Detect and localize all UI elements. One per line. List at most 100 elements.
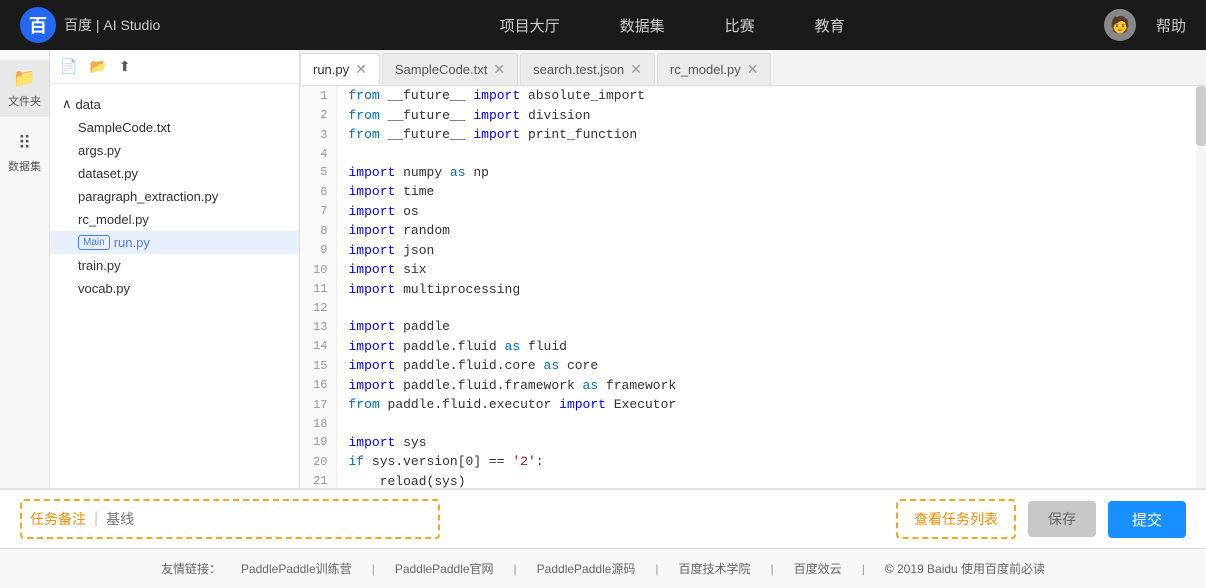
folder-icon: 📁 — [13, 68, 35, 89]
table-row: 13import paddle — [300, 317, 1206, 337]
tab-runpy[interactable]: run.py ✕ — [300, 53, 380, 85]
submit-btn[interactable]: 提交 — [1108, 501, 1186, 538]
file-samplecode[interactable]: SampleCode.txt — [50, 116, 299, 139]
tab-runpy-close[interactable]: ✕ — [355, 61, 367, 78]
icon-sidebar: 📁 文件夹 ⠿ 数据集 — [0, 50, 50, 488]
nav-right: 🧑 帮助 — [1104, 9, 1186, 41]
file-runpy[interactable]: Main run.py — [50, 231, 299, 254]
file-name-run: run.py — [114, 235, 150, 250]
nav-projects[interactable]: 项目大厅 — [500, 15, 560, 36]
nav-datasets[interactable]: 数据集 — [620, 15, 665, 36]
right-actions: 查看任务列表 保存 提交 — [896, 499, 1186, 539]
tab-samplecode-label: SampleCode.txt — [395, 62, 488, 77]
file-name-paragraph: paragraph_extraction.py — [78, 189, 218, 204]
nav-links: 项目大厅 数据集 比赛 教育 — [240, 15, 1104, 36]
table-row: 6import time — [300, 182, 1206, 202]
sidebar-item-datasets[interactable]: ⠿ 数据集 — [0, 125, 49, 182]
footer-copyright: © 2019 Baidu 使用百度前必读 — [885, 560, 1045, 577]
task-input-group: 任务备注 | — [20, 499, 440, 539]
file-name-samplecode: SampleCode.txt — [78, 120, 171, 135]
baseline-input[interactable] — [106, 511, 430, 527]
tabs-bar: run.py ✕ SampleCode.txt ✕ search.test.js… — [300, 50, 1206, 86]
file-name-args: args.py — [78, 143, 121, 158]
file-name-rcmodel: rc_model.py — [78, 212, 149, 227]
file-args[interactable]: args.py — [50, 139, 299, 162]
footer-link-2[interactable]: PaddlePaddle源码 — [537, 560, 636, 577]
new-file-btn[interactable]: 📄 — [60, 58, 77, 75]
footer-link-4[interactable]: 百度效云 — [794, 560, 842, 577]
logo: 百 百度 | AI Studio — [20, 7, 160, 43]
tab-runpy-label: run.py — [313, 62, 349, 77]
table-row: 1from __future__ import absolute_import — [300, 86, 1206, 106]
code-table: 1from __future__ import absolute_import … — [300, 86, 1206, 488]
footer: 友情链接： PaddlePaddle训练营 | PaddlePaddle官网 |… — [0, 548, 1206, 588]
scrollbar-track[interactable] — [1196, 86, 1206, 488]
table-row: 19import sys — [300, 433, 1206, 453]
tab-rcmodel-label: rc_model.py — [670, 62, 741, 77]
file-rcmodel[interactable]: rc_model.py — [50, 208, 299, 231]
grid-icon: ⠿ — [18, 133, 31, 154]
logo-icon: 百 — [20, 7, 56, 43]
table-row: 18 — [300, 415, 1206, 433]
file-tree-content: ∧ data SampleCode.txt args.py dataset.py… — [50, 84, 299, 488]
table-row: 9import json — [300, 241, 1206, 261]
table-row: 11import multiprocessing — [300, 280, 1206, 300]
file-name-vocab: vocab.py — [78, 281, 130, 296]
main-layout: 📁 文件夹 ⠿ 数据集 📄 📂 ⬆ ∧ data SampleCode.txt … — [0, 50, 1206, 488]
footer-link-1[interactable]: PaddlePaddle官网 — [395, 560, 494, 577]
nav-contest[interactable]: 比赛 — [725, 15, 755, 36]
nav-education[interactable]: 教育 — [815, 15, 845, 36]
task-label[interactable]: 任务备注 — [30, 509, 86, 529]
new-folder-btn[interactable]: 📂 — [89, 58, 106, 75]
help-link[interactable]: 帮助 — [1156, 15, 1186, 36]
sidebar-item-files[interactable]: 📁 文件夹 — [0, 60, 49, 117]
chevron-down-icon: ∧ — [62, 96, 72, 112]
save-btn[interactable]: 保存 — [1028, 501, 1096, 537]
file-tree: 📄 📂 ⬆ ∧ data SampleCode.txt args.py data… — [50, 50, 300, 488]
file-paragraph[interactable]: paragraph_extraction.py — [50, 185, 299, 208]
tab-samplecode-close[interactable]: ✕ — [493, 61, 505, 78]
file-dataset[interactable]: dataset.py — [50, 162, 299, 185]
table-row: 12 — [300, 299, 1206, 317]
table-row: 10import six — [300, 260, 1206, 280]
file-name-train: train.py — [78, 258, 121, 273]
table-row: 4 — [300, 145, 1206, 163]
top-nav: 百 百度 | AI Studio 项目大厅 数据集 比赛 教育 🧑 帮助 — [0, 0, 1206, 50]
table-row: 3from __future__ import print_function — [300, 125, 1206, 145]
view-tasks-btn[interactable]: 查看任务列表 — [896, 499, 1016, 539]
file-vocab[interactable]: vocab.py — [50, 277, 299, 300]
tab-rcmodel-close[interactable]: ✕ — [747, 61, 759, 78]
tab-rcmodel[interactable]: rc_model.py ✕ — [657, 53, 772, 85]
editor-area: run.py ✕ SampleCode.txt ✕ search.test.js… — [300, 50, 1206, 488]
bottom-bar: 任务备注 | 查看任务列表 保存 提交 — [0, 488, 1206, 548]
table-row: 15import paddle.fluid.core as core — [300, 356, 1206, 376]
table-row: 2from __future__ import division — [300, 106, 1206, 126]
footer-prefix: 友情链接： — [161, 560, 221, 577]
tab-searchtestjson-label: search.test.json — [533, 62, 624, 77]
file-train[interactable]: train.py — [50, 254, 299, 277]
datasets-label: 数据集 — [8, 158, 41, 174]
folder-data[interactable]: ∧ data — [50, 92, 299, 116]
table-row: 14import paddle.fluid as fluid — [300, 337, 1206, 357]
footer-link-3[interactable]: 百度技术学院 — [679, 560, 751, 577]
folder-name: data — [76, 97, 101, 112]
file-name-dataset: dataset.py — [78, 166, 138, 181]
table-row: 16import paddle.fluid.framework as frame… — [300, 376, 1206, 396]
footer-link-0[interactable]: PaddlePaddle训练营 — [241, 560, 352, 577]
table-row: 7import os — [300, 202, 1206, 222]
table-row: 20if sys.version[0] == '2': — [300, 452, 1206, 472]
tab-samplecode[interactable]: SampleCode.txt ✕ — [382, 53, 518, 85]
code-view[interactable]: 1from __future__ import absolute_import … — [300, 86, 1206, 488]
tab-searchtestjson-close[interactable]: ✕ — [630, 61, 642, 78]
table-row: 21 reload(sys) — [300, 472, 1206, 489]
table-row: 5import numpy as np — [300, 163, 1206, 183]
table-row: 17from paddle.fluid.executor import Exec… — [300, 395, 1206, 415]
main-badge: Main — [78, 235, 110, 250]
scrollbar-thumb[interactable] — [1196, 86, 1206, 146]
file-tree-toolbar: 📄 📂 ⬆ — [50, 50, 299, 84]
files-label: 文件夹 — [8, 93, 41, 109]
avatar[interactable]: 🧑 — [1104, 9, 1136, 41]
tab-searchtestjson[interactable]: search.test.json ✕ — [520, 53, 655, 85]
table-row: 8import random — [300, 221, 1206, 241]
upload-btn[interactable]: ⬆ — [119, 58, 131, 75]
